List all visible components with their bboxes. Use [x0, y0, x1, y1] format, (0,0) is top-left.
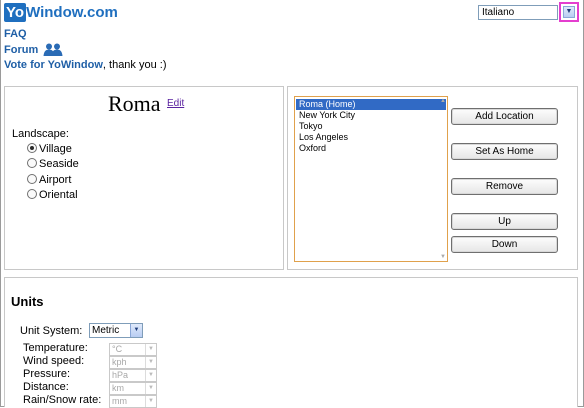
forum-link[interactable]: Forum — [4, 44, 38, 56]
landscape-option-label: Village — [39, 143, 72, 155]
distance-label: Distance: — [23, 381, 69, 393]
scroll-up-icon[interactable]: ▲ — [440, 98, 446, 104]
temperature-value: °C — [112, 344, 123, 354]
locations-list[interactable]: Roma (Home) New York City Tokyo Los Ange… — [294, 96, 448, 262]
wind-speed-value: kph — [112, 357, 127, 367]
chevron-down-icon: ▼ — [145, 396, 156, 407]
wind-speed-label: Wind speed: — [23, 355, 85, 367]
radio-checked-icon[interactable] — [27, 143, 37, 153]
distance-value: km — [112, 383, 124, 393]
landscape-option-village[interactable]: Village — [27, 143, 72, 156]
landscape-option-label: Airport — [39, 174, 72, 186]
chevron-down-icon: ▼ — [145, 370, 156, 381]
vote-link[interactable]: Vote for YoWindow — [4, 59, 103, 71]
language-select[interactable]: Italiano — [478, 5, 558, 20]
pressure-value: hPa — [112, 370, 129, 380]
radio-icon[interactable] — [27, 158, 37, 168]
down-button[interactable]: Down — [451, 236, 558, 253]
faq-link[interactable]: FAQ — [4, 28, 27, 40]
units-panel: Units Unit System: Metric ▼ Temperature:… — [4, 277, 578, 408]
chevron-down-icon: ▼ — [145, 383, 156, 394]
chevron-down-icon: ▼ — [563, 6, 575, 18]
units-title: Units — [11, 294, 44, 309]
up-button[interactable]: Up — [451, 213, 558, 230]
list-item[interactable]: Tokyo — [296, 121, 446, 132]
temperature-select: °C ▼ — [109, 343, 157, 356]
chevron-down-icon[interactable]: ▼ — [130, 324, 142, 337]
edit-link[interactable]: Edit — [167, 98, 184, 109]
people-icon[interactable] — [43, 43, 63, 59]
chevron-down-icon: ▼ — [145, 357, 156, 368]
pressure-select: hPa ▼ — [109, 369, 157, 382]
landscape-option-seaside[interactable]: Seaside — [27, 158, 79, 171]
radio-icon[interactable] — [27, 189, 37, 199]
vote-row: Vote for YoWindow, thank you :) — [4, 59, 167, 71]
distance-select: km ▼ — [109, 382, 157, 395]
city-name: Roma — [108, 91, 161, 116]
language-dropdown-button[interactable]: ▼ — [559, 2, 579, 22]
landscape-option-label: Seaside — [39, 158, 79, 170]
rain-snow-rate-value: mm — [112, 396, 127, 406]
vote-thanks-text: , thank you :) — [102, 59, 167, 71]
add-location-button[interactable]: Add Location — [451, 108, 558, 125]
landscape-option-oriental[interactable]: Oriental — [27, 189, 78, 202]
rain-snow-rate-select: mm ▼ — [109, 395, 157, 408]
remove-button[interactable]: Remove — [451, 178, 558, 195]
scroll-down-icon[interactable]: ▼ — [440, 254, 446, 260]
unit-system-label: Unit System: — [20, 325, 83, 337]
logo-text: Window.com — [26, 4, 118, 21]
logo-yo: Yo — [4, 3, 27, 22]
unit-system-value: Metric — [92, 325, 120, 336]
chevron-down-icon: ▼ — [145, 344, 156, 355]
list-item[interactable]: Roma (Home) — [296, 99, 446, 110]
landscape-option-airport[interactable]: Airport — [27, 174, 71, 187]
site-logo[interactable]: Yo Window.com — [4, 3, 118, 23]
unit-system-select[interactable]: Metric ▼ — [89, 323, 143, 338]
landscape-option-label: Oriental — [39, 189, 78, 201]
location-panel: Roma Edit Landscape: Village Seaside Air… — [4, 86, 284, 270]
wind-speed-select: kph ▼ — [109, 356, 157, 369]
landscape-label: Landscape: — [12, 128, 69, 140]
temperature-label: Temperature: — [23, 342, 88, 354]
forum-row: Forum — [4, 43, 63, 59]
pressure-label: Pressure: — [23, 368, 71, 380]
list-item[interactable]: Oxford — [296, 143, 446, 154]
list-item[interactable]: Los Angeles — [296, 132, 446, 143]
set-as-home-button[interactable]: Set As Home — [451, 143, 558, 160]
radio-icon[interactable] — [27, 174, 37, 184]
rain-snow-rate-label: Rain/Snow rate: — [23, 394, 102, 406]
list-item[interactable]: New York City — [296, 110, 446, 121]
